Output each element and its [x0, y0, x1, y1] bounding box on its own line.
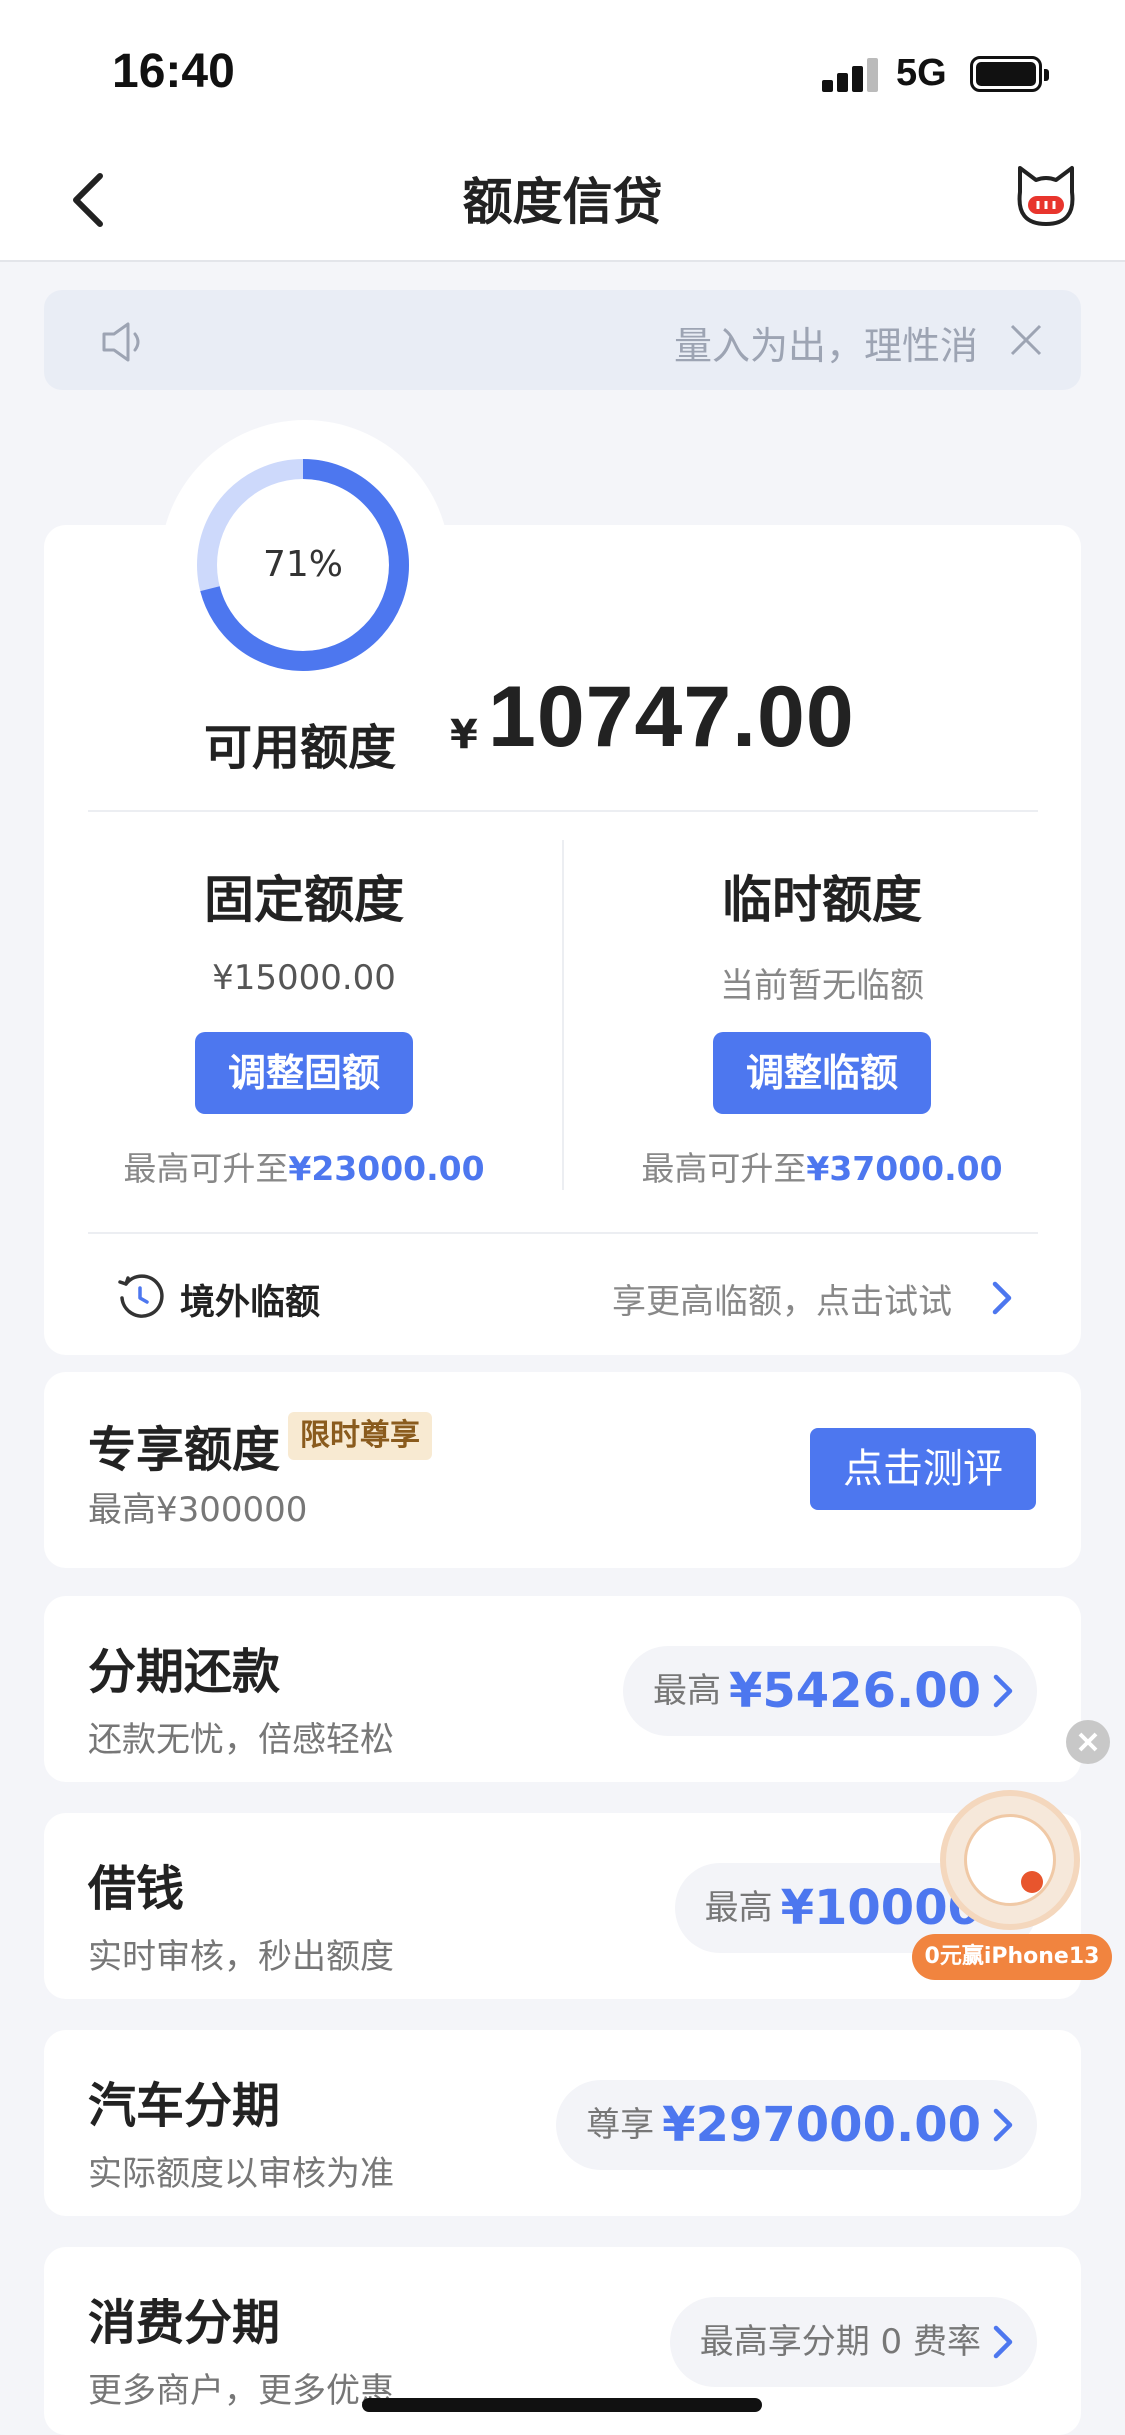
- row-amount-pill[interactable]: 最高 ¥5426.00: [622, 1646, 1037, 1736]
- list-item-car-installment[interactable]: 汽车分期 实际额度以审核为准 尊享 ¥297000.00: [44, 2030, 1081, 2216]
- temporary-max-prefix: 最高可升至: [641, 1149, 807, 1188]
- battery-icon: [970, 56, 1049, 92]
- row-subtitle: 还款无忧，倍感轻松: [88, 1720, 394, 1760]
- overseas-clock-icon: [118, 1274, 164, 1318]
- nav-bar: 额度信贷: [0, 140, 1125, 262]
- row-title: 借钱: [88, 1861, 185, 1917]
- fixed-max-amount: ¥23000.00: [288, 1149, 485, 1188]
- exclusive-credit-card: 专享额度 限时尊享 最高¥300000 点击测评: [44, 1372, 1081, 1568]
- row-subtitle: 更多商户，更多优惠: [88, 2371, 394, 2411]
- chevron-right-icon: [993, 2108, 1013, 2142]
- fixed-max-hint: 最高可升至¥23000.00: [64, 1142, 544, 1190]
- row-title: 分期还款: [88, 1644, 281, 1700]
- cellular-signal-icon: [822, 58, 878, 92]
- overseas-credit-label[interactable]: 境外临额: [180, 1274, 320, 1325]
- list-item-installment-repayment[interactable]: 分期还款 还款无忧，倍感轻松 最高 ¥5426.00: [44, 1596, 1081, 1782]
- temporary-credit-status: 当前暂无临额: [720, 966, 924, 1006]
- row-title: 消费分期: [88, 2295, 281, 2351]
- speaker-icon: [102, 322, 140, 362]
- row-promo-text: 最高享分期 0 费率: [699, 2322, 981, 2362]
- available-credit-label: 可用额度: [204, 720, 397, 776]
- adjust-temporary-button[interactable]: 调整临额: [713, 1032, 931, 1114]
- row-promo-pill[interactable]: 最高享分期 0 费率: [669, 2297, 1037, 2387]
- row-subtitle: 实时审核，秒出额度: [88, 1937, 394, 1977]
- promo-close-icon[interactable]: [1066, 1720, 1110, 1764]
- row-amount-prefix: 最高: [704, 1888, 773, 1928]
- limited-time-badge: 限时尊享: [288, 1412, 432, 1460]
- fixed-credit-title: 固定额度: [204, 871, 404, 929]
- close-icon[interactable]: [1006, 320, 1046, 360]
- overseas-credit-hint[interactable]: 享更高临额，点击试试: [612, 1274, 952, 1323]
- row-amount-prefix: 尊享: [586, 2105, 655, 2145]
- temporary-credit-title: 临时额度: [722, 871, 922, 929]
- home-indicator: [362, 2398, 762, 2412]
- usage-percent: 71%: [262, 544, 343, 585]
- exclusive-credit-subtitle: 最高¥300000: [88, 1490, 308, 1530]
- network-type: 5G: [896, 52, 947, 94]
- chevron-right-icon: [993, 1674, 1013, 1708]
- divider: [88, 810, 1038, 812]
- row-amount-prefix: 最高: [652, 1671, 721, 1711]
- promo-label[interactable]: 0元赢iPhone13: [912, 1934, 1112, 1980]
- divider: [88, 1232, 1038, 1234]
- row-amount-pill[interactable]: 尊享 ¥297000.00: [556, 2080, 1037, 2170]
- temporary-max-amount: ¥37000.00: [806, 1149, 1003, 1188]
- page-title: 额度信贷: [462, 173, 663, 231]
- row-subtitle: 实际额度以审核为准: [88, 2154, 394, 2194]
- temporary-max-hint: 最高可升至¥37000.00: [582, 1142, 1062, 1190]
- prize-wheel-icon[interactable]: [940, 1790, 1080, 1930]
- fixed-max-prefix: 最高可升至: [123, 1149, 289, 1188]
- fixed-credit-section: 固定额度 ¥15000.00 调整固额 最高可升至¥23000.00: [64, 860, 544, 1190]
- status-time: 16:40: [112, 45, 235, 98]
- notice-bar: 量入为出，理性消费: [44, 290, 1081, 390]
- row-amount: ¥5426.00: [728, 1663, 981, 1719]
- chevron-right-icon[interactable]: [990, 1280, 1014, 1316]
- status-bar: 16:40 5G: [0, 0, 1125, 140]
- evaluate-button[interactable]: 点击测评: [810, 1428, 1036, 1510]
- notice-text: 量入为出，理性消费: [674, 324, 979, 368]
- adjust-fixed-button[interactable]: 调整固额: [195, 1032, 413, 1114]
- fixed-credit-amount: ¥15000.00: [212, 958, 396, 998]
- available-credit-amount: 10747.00: [488, 669, 855, 765]
- row-title: 汽车分期: [88, 2078, 281, 2134]
- usage-ring: 71%: [190, 452, 416, 678]
- chevron-right-icon: [993, 2325, 1013, 2359]
- temporary-credit-section: 临时额度 当前暂无临额 调整临额 最高可升至¥37000.00: [582, 860, 1062, 1190]
- row-amount: ¥297000.00: [662, 2097, 981, 2153]
- column-divider: [562, 840, 564, 1190]
- exclusive-credit-title: 专享额度: [88, 1422, 281, 1478]
- mascot-service-icon[interactable]: [1012, 162, 1080, 230]
- currency-symbol: ¥: [450, 712, 478, 758]
